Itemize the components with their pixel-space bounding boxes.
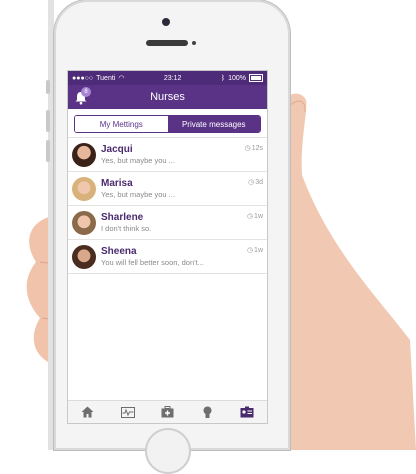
message-preview: Yes, but maybe you ... (101, 190, 175, 199)
battery-icon (249, 74, 263, 82)
segmented-control: My Mettings Private messages (74, 115, 261, 133)
id-card-icon (240, 406, 254, 418)
list-item[interactable]: Sharlene I don't think so. ◷ 1w (68, 206, 267, 240)
wifi-icon: ◠ (118, 75, 125, 82)
contact-name: Sheena (101, 246, 137, 257)
contact-name: Jacqui (101, 144, 133, 155)
timestamp: ◷ 1w (246, 212, 263, 221)
message-preview: Yes, but maybe you ... (101, 156, 175, 165)
clock-icon: ◷ (244, 145, 251, 152)
status-bar: ●●●○○ Tuenti ◠ 23:12 ᛒ 100% (68, 71, 267, 85)
bluetooth-icon: ᛒ (220, 74, 226, 82)
avatar (72, 176, 96, 201)
home-button[interactable] (145, 428, 191, 474)
clock-icon: ◷ (248, 179, 255, 186)
nav-bar: 8 Nurses (68, 85, 267, 109)
contact-name: Sharlene (101, 212, 144, 223)
medical-kit-icon (161, 406, 174, 418)
message-list: Jacqui Yes, but maybe you ... ◷ 12s Maris… (68, 137, 267, 274)
timestamp: ◷ 3d (248, 178, 263, 187)
home-icon (81, 406, 94, 418)
tab-monitor[interactable] (120, 404, 136, 420)
timestamp: ◷ 1w (246, 246, 263, 255)
timestamp-text: 3d (255, 178, 263, 186)
clock: 23:12 (163, 74, 182, 82)
list-item[interactable]: Sheena You will fell better soon, don't.… (68, 240, 267, 274)
tab-my-meetings[interactable]: My Mettings (75, 116, 168, 132)
signal-icon: ●●●○○ (72, 74, 94, 82)
tab-home[interactable] (80, 404, 96, 420)
list-item[interactable]: Marisa Yes, but maybe you ... ◷ 3d (68, 172, 267, 206)
earpiece-speaker (146, 40, 188, 46)
avatar (72, 210, 96, 235)
timestamp-text: 1w (254, 246, 263, 254)
message-preview: I don't think so. (101, 224, 152, 233)
carrier-name: Tuenti (96, 74, 116, 82)
app-screen: ●●●○○ Tuenti ◠ 23:12 ᛒ 100% 8 Nurses My … (67, 70, 268, 424)
timestamp-text: 1w (254, 212, 263, 220)
clock-icon: ◷ (246, 247, 254, 254)
tab-medical[interactable] (159, 404, 175, 420)
list-item[interactable]: Jacqui Yes, but maybe you ... ◷ 12s (68, 138, 267, 172)
page-title: Nurses (150, 91, 185, 103)
clock-icon: ◷ (246, 213, 254, 220)
volume-button (46, 140, 50, 162)
tab-private-messages[interactable]: Private messages (167, 116, 260, 132)
mute-switch (46, 80, 50, 94)
tab-tips[interactable] (199, 404, 215, 420)
avatar (72, 244, 96, 269)
avatar (72, 142, 96, 167)
tab-bar (68, 400, 267, 423)
lightbulb-icon (203, 406, 212, 418)
notification-badge: 8 (81, 87, 91, 97)
heart-monitor-icon (120, 406, 135, 418)
contact-name: Marisa (101, 178, 133, 189)
tab-profile[interactable] (239, 404, 255, 420)
proximity-sensor (192, 41, 196, 45)
timestamp: ◷ 12s (244, 144, 263, 153)
timestamp-text: 12s (251, 144, 263, 152)
front-camera (162, 18, 170, 26)
volume-button (46, 110, 50, 132)
battery-percent: 100% (228, 74, 246, 82)
message-preview: You will fell better soon, don't... (101, 258, 204, 267)
